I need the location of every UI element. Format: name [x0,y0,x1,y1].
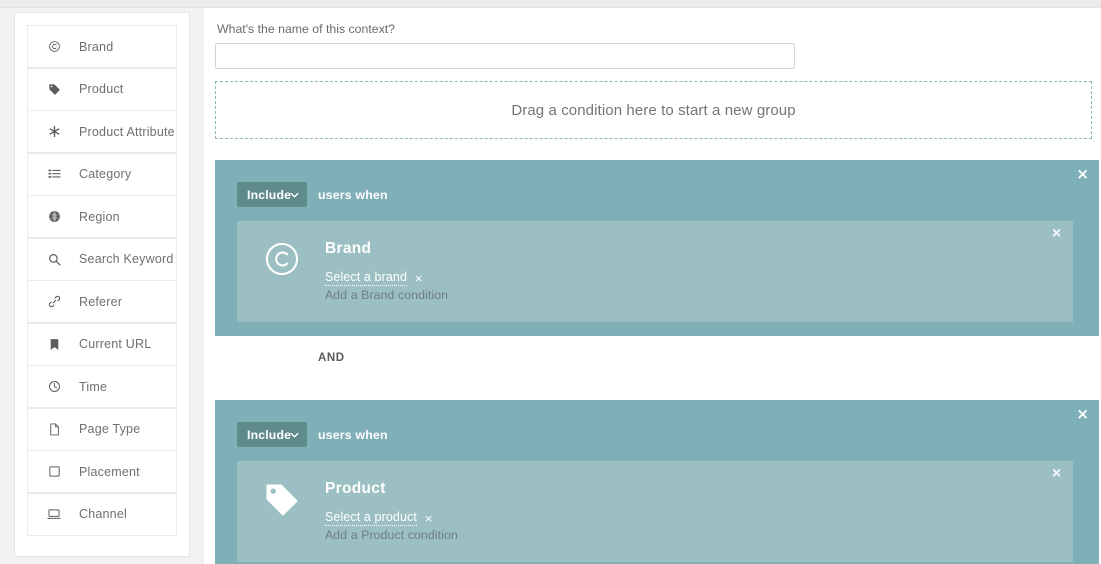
sidebar-item-label: Placement [79,464,140,479]
condition-card: × Product Select a product × Add a Produ… [237,461,1073,562]
file-icon [44,423,64,436]
condition-hint: Add a Product condition [325,528,458,542]
sidebar-item-referer[interactable]: Referer [27,280,177,323]
sidebar-item-label: Time [79,379,108,394]
context-name-input[interactable] [215,43,795,69]
sidebar-item-search-keyword[interactable]: Search Keyword [27,237,177,281]
condition-title: Brand [325,240,372,257]
condition-select-row: Select a brand × [325,270,448,286]
app-root: Brand Product Product Attribute Category… [0,0,1101,564]
include-select-value: Include [247,187,292,202]
condition-body: Brand Select a brand × Add a Brand condi… [325,239,448,302]
tag-icon [259,479,305,519]
chevron-down-icon [289,189,300,200]
copyright-icon [44,40,64,53]
link-icon [44,295,64,308]
sidebar-item-label: Category [79,167,132,181]
context-name-label: What's the name of this context? [217,22,396,36]
sidebar-item-category[interactable]: Category [27,152,177,196]
sidebar-item-label: Referer [79,294,123,309]
monitor-icon [44,507,64,521]
condition-title: Product [325,480,386,497]
close-icon[interactable]: × [1051,467,1062,480]
sidebar-item-label: Region [79,209,120,224]
condition-body: Product Select a product × Add a Product… [325,479,458,542]
include-exclude-select[interactable]: Include [237,422,307,447]
list-icon [44,168,64,181]
square-icon [44,465,64,478]
sidebar-item-page-type[interactable]: Page Type [27,407,177,451]
sidebar-item-label: Current URL [79,337,152,351]
group-header: Include users when [237,182,1087,207]
dropzone-label: Drag a condition here to start a new gro… [511,101,796,119]
new-group-dropzone[interactable]: Drag a condition here to start a new gro… [215,81,1092,139]
close-icon[interactable]: × [1076,167,1089,182]
copyright-icon [259,239,305,277]
users-when-label: users when [318,427,388,442]
sidebar-item-region[interactable]: Region [27,195,177,238]
sidebar-item-label: Channel [79,507,127,521]
sidebar-item-channel[interactable]: Channel [27,492,177,536]
context-builder-pane: What's the name of this context? Drag a … [203,8,1101,564]
clear-selection-icon[interactable]: × [414,272,423,285]
close-icon[interactable]: × [1076,407,1089,422]
group-connector: AND [215,336,1096,379]
close-icon[interactable]: × [1051,227,1062,240]
sidebar-item-brand[interactable]: Brand [27,25,177,68]
and-label: AND [318,351,345,364]
users-when-label: users when [318,187,388,202]
chevron-down-icon [289,429,300,440]
condition-select-row: Select a product × [325,510,458,526]
condition-card: × Brand Select a brand × Add a Brand con… [237,221,1073,322]
sidebar-item-product-attribute[interactable]: Product Attribute [27,110,177,153]
group-header: Include users when [237,422,1087,447]
globe-icon [44,210,64,223]
select-value-link[interactable]: Select a brand [325,270,408,286]
include-select-value: Include [247,427,292,442]
sidebar-item-product[interactable]: Product [27,67,177,111]
tag-icon [44,83,64,96]
bookmark-icon [44,338,64,351]
sidebar-item-label: Page Type [79,422,141,436]
condition-hint: Add a Brand condition [325,288,449,302]
sidebar-item-placement[interactable]: Placement [27,450,177,493]
include-exclude-select[interactable]: Include [237,182,307,207]
clock-icon [44,380,64,393]
sidebar-item-label: Search Keyword [79,252,174,266]
sidebar-item-label: Product Attribute [79,124,175,139]
condition-palette-sidebar: Brand Product Product Attribute Category… [14,12,190,557]
clear-selection-icon[interactable]: × [424,512,433,525]
asterisk-icon [44,125,64,138]
condition-group: × Include users when × [215,400,1099,564]
sidebar-item-label: Product [79,82,124,96]
search-icon [44,253,64,266]
select-value-link[interactable]: Select a product [325,510,417,526]
top-strip [0,0,1101,8]
sidebar-item-label: Brand [79,39,114,54]
sidebar-item-time[interactable]: Time [27,365,177,408]
sidebar-item-current-url[interactable]: Current URL [27,322,177,366]
condition-group: × Include users when × [215,160,1099,336]
